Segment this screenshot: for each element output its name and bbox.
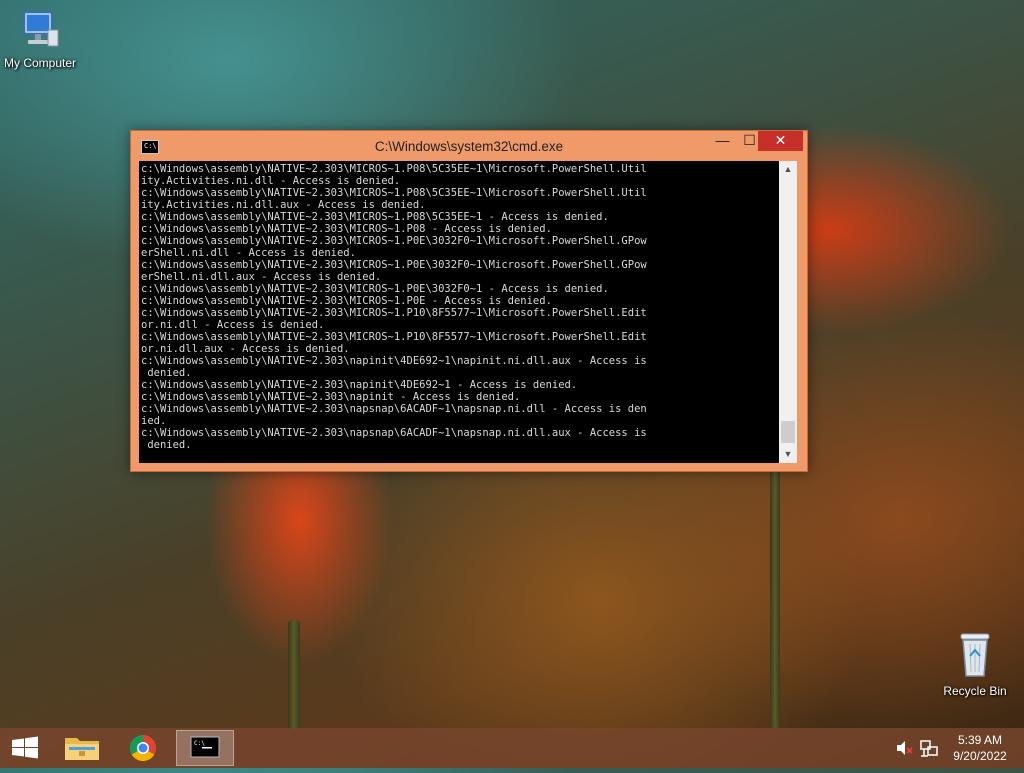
window-titlebar[interactable]: C:\ C:\Windows\system32\cmd.exe — ☐ ✕ (131, 131, 807, 161)
console-line: ied. (141, 415, 167, 427)
taskbar-file-explorer[interactable] (55, 730, 111, 766)
console-line: c:\Windows\assembly\NATIVE~2.303\napinit… (141, 355, 647, 367)
cmd-icon: C:\ (190, 736, 220, 758)
console-line: c:\Windows\assembly\NATIVE~2.303\MICROS~… (141, 163, 647, 175)
console-line: c:\Windows\assembly\NATIVE~2.303\MICROS~… (141, 283, 609, 295)
console-line: or.ni.dll.aux - Access is denied. (141, 343, 350, 355)
start-button[interactable] (0, 730, 56, 766)
wallpaper-stem (770, 470, 780, 728)
desktop-icon-my-computer[interactable]: My Computer (0, 8, 80, 70)
minimize-button[interactable]: — (709, 131, 736, 151)
taskbar-chrome[interactable] (115, 730, 171, 766)
taskbar: C:\ 5:39 AM 9/20/2022 (0, 728, 1024, 768)
console-line: c:\Windows\assembly\NATIVE~2.303\MICROS~… (141, 223, 552, 235)
console-line: c:\Windows\assembly\NATIVE~2.303\MICROS~… (141, 211, 609, 223)
svg-text:C:\: C:\ (194, 740, 205, 747)
taskbar-cmd[interactable]: C:\ (176, 730, 234, 766)
volume-muted-icon[interactable] (894, 728, 914, 768)
console-line: c:\Windows\assembly\NATIVE~2.303\napsnap… (141, 403, 647, 415)
console-line: denied. (147, 439, 192, 451)
console-line: c:\Windows\assembly\NATIVE~2.303\MICROS~… (141, 235, 647, 247)
console-line: c:\Windows\assembly\NATIVE~2.303\MICROS~… (141, 307, 647, 319)
wallpaper-stem (288, 620, 300, 730)
console-line: c:\Windows\assembly\NATIVE~2.303\napinit… (141, 379, 578, 391)
console-line: ity.Activities.ni.dll.aux - Access is de… (141, 199, 426, 211)
recycle-bin-icon (955, 630, 995, 680)
console-line: denied. (147, 367, 192, 379)
taskbar-clock[interactable]: 5:39 AM 9/20/2022 (944, 732, 1016, 764)
window-title: C:\Windows\system32\cmd.exe (374, 139, 564, 154)
console-line: ity.Activities.ni.dll - Access is denied… (141, 175, 401, 187)
desktop-icon-recycle-bin[interactable]: Recycle Bin (935, 630, 1015, 698)
console-line: c:\Windows\assembly\NATIVE~2.303\MICROS~… (141, 331, 647, 343)
console-line: c:\Windows\assembly\NATIVE~2.303\MICROS~… (141, 295, 552, 307)
console-line: c:\Windows\assembly\NATIVE~2.303\MICROS~… (141, 187, 647, 199)
close-button[interactable]: ✕ (758, 131, 803, 151)
clock-date: 9/20/2022 (953, 749, 1007, 763)
console-line: c:\Windows\assembly\NATIVE~2.303\MICROS~… (141, 259, 647, 271)
scroll-up-arrow-icon[interactable]: ▲ (779, 161, 797, 178)
computer-icon (18, 8, 62, 52)
console-line: c:\Windows\assembly\NATIVE~2.303\napsnap… (141, 427, 647, 439)
vertical-scrollbar[interactable]: ▲ ▼ (779, 161, 797, 463)
desktop-icon-label: Recycle Bin (943, 684, 1007, 698)
clock-time: 5:39 AM (957, 733, 1003, 747)
chrome-icon (129, 734, 157, 762)
folder-icon (65, 738, 99, 760)
console-line: or.ni.dll - Access is denied. (141, 319, 325, 331)
console-line: erShell.ni.dll - Access is denied. (141, 247, 356, 259)
scroll-down-arrow-icon[interactable]: ▼ (779, 446, 797, 463)
console-output[interactable]: c:\Windows\assembly\NATIVE~2.303\MICROS~… (139, 161, 779, 463)
console-text: c:\Windows\assembly\NATIVE~2.303\MICROS~… (141, 163, 647, 451)
windows-logo-icon (12, 736, 38, 759)
console-line: erShell.ni.dll.aux - Access is denied. (141, 271, 382, 283)
cmd-window[interactable]: C:\ C:\Windows\system32\cmd.exe — ☐ ✕ c:… (130, 130, 808, 472)
network-icon[interactable] (918, 728, 940, 768)
desktop-icon-label: My Computer (3, 56, 77, 70)
scrollbar-thumb[interactable] (781, 421, 795, 443)
console-line: c:\Windows\assembly\NATIVE~2.303\napinit… (141, 391, 521, 403)
